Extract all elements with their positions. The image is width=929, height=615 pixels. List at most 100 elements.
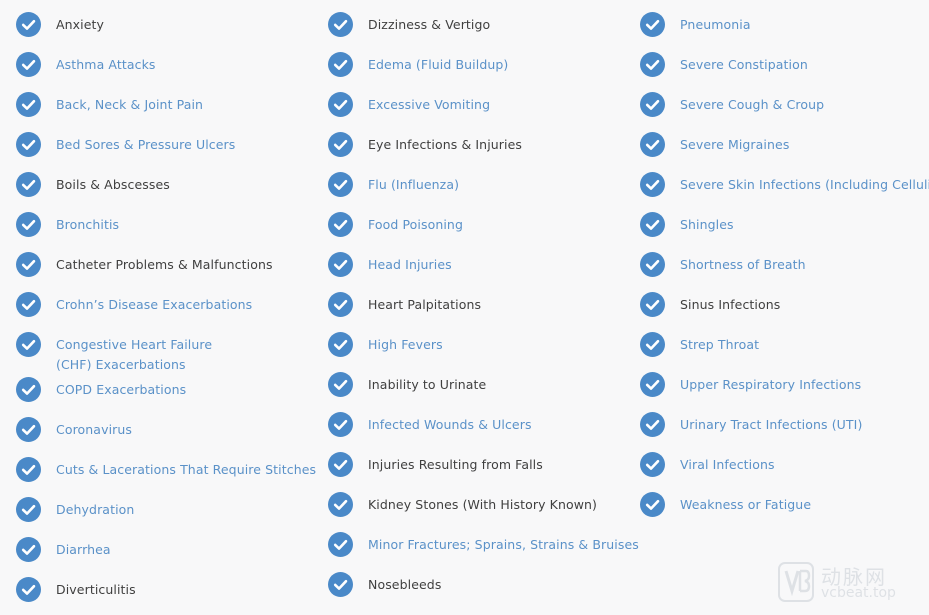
checkmark-glyph (333, 459, 348, 470)
condition-link[interactable]: Bronchitis (56, 215, 119, 235)
condition-label: Diverticulitis (56, 582, 136, 597)
checkmark-glyph (333, 499, 348, 510)
checkmark-glyph (333, 59, 348, 70)
condition-link[interactable]: Bed Sores & Pressure Ulcers (56, 135, 235, 155)
check-circle-icon (16, 132, 41, 157)
checkmark-glyph (21, 139, 36, 150)
check-circle-icon (16, 417, 41, 442)
check-circle-icon (16, 52, 41, 77)
check-circle-icon (16, 457, 41, 482)
condition-link[interactable]: Flu (Influenza) (368, 175, 459, 195)
checkmark-glyph (333, 179, 348, 190)
check-circle-icon (16, 12, 41, 37)
checkmark-glyph (645, 339, 660, 350)
check-circle-icon (328, 172, 353, 197)
condition-link[interactable]: Weakness or Fatigue (680, 495, 811, 515)
check-circle-icon (328, 332, 353, 357)
checkmark-glyph (21, 464, 36, 475)
check-circle-icon (328, 412, 353, 437)
check-circle-icon (328, 52, 353, 77)
condition-link[interactable]: Congestive Heart Failure (CHF) Exacerbat… (56, 335, 246, 375)
condition-label: Inability to Urinate (368, 377, 487, 392)
condition-link[interactable]: Infected Wounds & Ulcers (368, 415, 532, 435)
check-circle-icon (328, 372, 353, 397)
condition-link[interactable]: Severe Skin Infections (Including Cellul… (680, 175, 929, 195)
condition-label: Kidney Stones (With History Known) (368, 497, 598, 512)
check-circle-icon (640, 212, 665, 237)
check-circle-icon (328, 12, 353, 37)
check-circle-icon (640, 372, 665, 397)
check-circle-icon (16, 212, 41, 237)
checkmark-glyph (21, 424, 36, 435)
check-circle-icon (16, 332, 41, 357)
condition-link[interactable]: COPD Exacerbations (56, 380, 186, 400)
check-circle-icon (640, 12, 665, 37)
check-circle-icon (328, 492, 353, 517)
condition-link[interactable]: Dehydration (56, 500, 134, 520)
condition-link[interactable]: Excessive Vomiting (368, 95, 490, 115)
condition-link[interactable]: Urinary Tract Infections (UTI) (680, 415, 862, 435)
condition-link[interactable]: Shingles (680, 215, 734, 235)
check-circle-icon (640, 412, 665, 437)
condition-label: Injuries Resulting from Falls (368, 457, 543, 472)
check-circle-icon (640, 92, 665, 117)
checkmark-glyph (645, 459, 660, 470)
checkmark-glyph (645, 379, 660, 390)
check-circle-icon (16, 377, 41, 402)
check-circle-icon (16, 92, 41, 117)
condition-link[interactable]: Diarrhea (56, 540, 111, 560)
condition-link[interactable]: Coronavirus (56, 420, 132, 440)
condition-link[interactable]: Severe Constipation (680, 55, 808, 75)
checkmark-glyph (21, 504, 36, 515)
checkmark-glyph (645, 139, 660, 150)
condition-link[interactable]: Strep Throat (680, 335, 759, 355)
checkmark-glyph (21, 339, 36, 350)
check-circle-icon (640, 252, 665, 277)
condition-link[interactable]: Crohn’s Disease Exacerbations (56, 295, 252, 315)
condition-label: Anxiety (56, 17, 105, 32)
condition-link[interactable]: Minor Fractures; Sprains, Strains & Brui… (368, 535, 639, 555)
checkmark-glyph (21, 219, 36, 230)
checkmark-glyph (333, 19, 348, 30)
watermark-domain-text: vcbeat.top (821, 585, 896, 601)
check-circle-icon (640, 332, 665, 357)
check-circle-icon (328, 452, 353, 477)
check-circle-icon (16, 252, 41, 277)
check-circle-icon (328, 92, 353, 117)
condition-link[interactable]: Shortness of Breath (680, 255, 806, 275)
check-circle-icon (640, 492, 665, 517)
checkmark-glyph (333, 219, 348, 230)
condition-link[interactable]: Back, Neck & Joint Pain (56, 95, 203, 115)
checkmark-glyph (21, 299, 36, 310)
checkmark-glyph (333, 139, 348, 150)
condition-link[interactable]: Head Injuries (368, 255, 452, 275)
check-circle-icon (640, 452, 665, 477)
watermark: 动脉网 vcbeat.top (777, 559, 917, 605)
checkmark-glyph (333, 259, 348, 270)
check-circle-icon (328, 292, 353, 317)
condition-link[interactable]: Pneumonia (680, 15, 751, 35)
check-circle-icon (328, 572, 353, 597)
checkmark-glyph (645, 179, 660, 190)
condition-link[interactable]: High Fevers (368, 335, 443, 355)
condition-link[interactable]: Food Poisoning (368, 215, 463, 235)
check-circle-icon (640, 172, 665, 197)
condition-label: Catheter Problems & Malfunctions (56, 257, 273, 272)
condition-link[interactable]: Severe Cough & Croup (680, 95, 824, 115)
condition-link[interactable]: Viral Infections (680, 455, 775, 475)
condition-label: Sinus Infections (680, 297, 781, 312)
check-circle-icon (640, 52, 665, 77)
condition-link[interactable]: Asthma Attacks (56, 55, 156, 75)
condition-link[interactable]: Cuts & Lacerations That Require Stitches (56, 460, 316, 480)
condition-link[interactable]: Edema (Fluid Buildup) (368, 55, 508, 75)
condition-link[interactable]: Upper Respiratory Infections (680, 375, 861, 395)
check-circle-icon (328, 532, 353, 557)
check-circle-icon (16, 537, 41, 562)
condition-label: Boils & Abscesses (56, 177, 170, 192)
check-circle-icon (16, 292, 41, 317)
condition-link[interactable]: Severe Migraines (680, 135, 789, 155)
checkmark-glyph (645, 419, 660, 430)
check-circle-icon (16, 172, 41, 197)
checkmark-glyph (333, 379, 348, 390)
checkmark-glyph (645, 99, 660, 110)
